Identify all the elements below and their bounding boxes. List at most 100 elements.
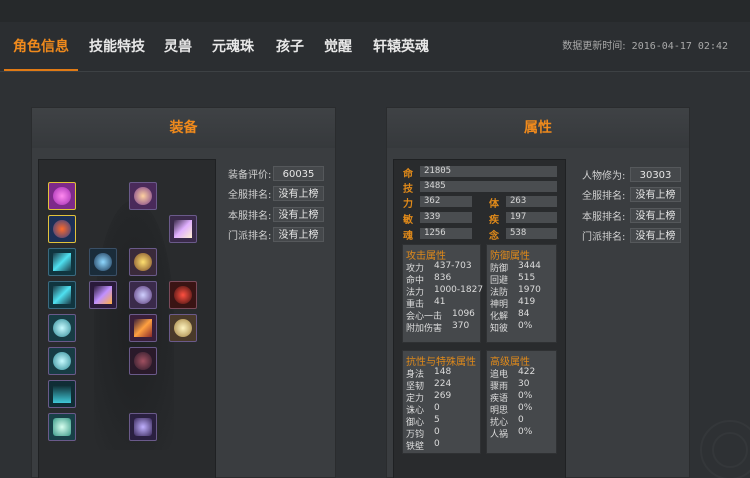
update-label: 数据更新时间: [562, 41, 626, 52]
attr-row: 知彼 0% [490, 321, 533, 334]
ring-icon-2 [53, 352, 71, 370]
medallion-icon [53, 220, 71, 238]
fan-icon [174, 220, 192, 238]
wing-icon [94, 253, 112, 271]
tab-xuanyuan-hero[interactable]: 轩辕英魂 [373, 22, 429, 72]
update-time: 数据更新时间: 2016-04-17 02:42 [562, 22, 728, 72]
strength-label: 力 [403, 199, 413, 210]
attr-row: 人祸 0% [490, 427, 533, 440]
soul-label: 魂 [403, 231, 413, 242]
equipment-slots-area [38, 159, 216, 478]
sword-icon [94, 286, 112, 304]
bracer-icon-2 [53, 286, 71, 304]
soul-value: 1256 [420, 228, 472, 239]
ring-icon [53, 319, 71, 337]
armor-icon [134, 286, 152, 304]
attack-attributes-title: 攻击属性 [406, 251, 446, 262]
equip-slot-4[interactable] [48, 281, 76, 309]
mind-label: 念 [489, 231, 499, 242]
speed-value: 197 [506, 212, 557, 223]
equip-slot-5[interactable] [48, 314, 76, 342]
attr-server-rank-value: 没有上榜 [630, 187, 681, 202]
equip-slot-15[interactable] [129, 347, 157, 375]
equip-slot-17[interactable] [169, 215, 197, 243]
attr-sect-rank-value: 没有上榜 [630, 228, 681, 243]
attributes-title: 属性 [387, 108, 689, 148]
active-tab-underline [4, 69, 78, 71]
equip-slot-1[interactable] [48, 182, 76, 210]
tab-bar: 角色信息 技能特技 灵兽 元魂珠 孩子 觉醒 轩辕英魂 数据更新时间: 2016-… [0, 22, 750, 72]
tab-skills[interactable]: 技能特技 [89, 22, 145, 72]
equip-rating-value: 60035 [273, 166, 324, 181]
equip-slot-10[interactable] [89, 281, 117, 309]
attack-attributes-box: 攻击属性 攻力 437-703 命中 836 法力 1000-1827 重击 41 会心… [402, 244, 483, 343]
equip-server-rank-label: 全服排名: [228, 190, 272, 201]
equip-slot-19[interactable] [169, 314, 197, 342]
equip-slot-14[interactable] [129, 314, 157, 342]
mind-value: 538 [506, 228, 557, 239]
equip-slot-13[interactable] [129, 281, 157, 309]
bracer-icon [53, 253, 71, 271]
helmet-icon [134, 187, 152, 205]
attr-local-rank-value: 没有上榜 [630, 208, 681, 223]
constitution-label: 体 [489, 199, 499, 210]
agility-label: 敏 [403, 215, 413, 226]
equipment-panel: 装备 装备评价: 60035 全服排名: 没有上榜 本服排名: 没有上榜 门派排… [31, 107, 336, 478]
equip-sect-rank-value: 没有上榜 [273, 227, 324, 242]
strength-value: 362 [420, 196, 472, 207]
attr-sect-rank-label: 门派排名: [582, 232, 626, 243]
skill-value: 3485 [420, 181, 557, 192]
cultivation-label: 人物修为: [582, 171, 626, 182]
attr-row: 铁壁 0 [406, 439, 440, 452]
constitution-value: 263 [506, 196, 557, 207]
tab-character-info[interactable]: 角色信息 [13, 22, 69, 72]
resist-attributes-title: 抗性与特殊属性 [406, 357, 476, 368]
equip-slot-18[interactable] [169, 281, 197, 309]
belt-icon [134, 319, 152, 337]
update-timestamp: 2016-04-17 02:42 [631, 41, 728, 52]
amulet-icon [53, 187, 71, 205]
equip-slot-8[interactable] [48, 413, 76, 441]
equip-slot-11[interactable] [129, 182, 157, 210]
defense-attributes-title: 防御属性 [490, 251, 530, 262]
tab-soul-orb[interactable]: 元魂珠 [212, 22, 254, 72]
equipment-title: 装备 [32, 108, 335, 148]
charm-icon [134, 418, 152, 436]
fire-icon [174, 286, 192, 304]
equip-slot-2[interactable] [48, 215, 76, 243]
agility-value: 339 [420, 212, 472, 223]
top-strip [0, 0, 750, 22]
attr-local-rank-label: 本服排名: [582, 212, 626, 223]
equip-sect-rank-label: 门派排名: [228, 231, 272, 242]
equip-slot-12[interactable] [129, 248, 157, 276]
equip-local-rank-value: 没有上榜 [273, 207, 324, 222]
equip-local-rank-label: 本服排名: [228, 211, 272, 222]
attributes-panel: 属性 命 21805 技 3485 力 362 体 263 敏 339 疾 19… [386, 107, 690, 478]
hp-value: 21805 [420, 166, 557, 177]
jade-icon [53, 418, 71, 436]
cultivation-value: 30303 [630, 167, 681, 182]
equip-slot-3[interactable] [48, 248, 76, 276]
equip-slot-6[interactable] [48, 347, 76, 375]
equip-slot-16[interactable] [129, 413, 157, 441]
advanced-attributes-title: 高级属性 [490, 357, 530, 368]
defense-attributes-box: 防御属性 防御 3444 回避 515 法防 1970 神明 419 化解 84 知彼 0% [486, 244, 557, 343]
equip-slot-9[interactable] [89, 248, 117, 276]
advanced-attributes-box: 高级属性 追电 422 骤雨 30 疾语 0% 明思 0% 扰心 0 人祸 0% [486, 350, 557, 454]
tab-children[interactable]: 孩子 [276, 22, 304, 72]
hp-label: 命 [403, 169, 413, 180]
mask-icon [134, 253, 152, 271]
equip-slot-7[interactable] [48, 380, 76, 408]
equip-server-rank-value: 没有上榜 [273, 186, 324, 201]
tab-awakening[interactable]: 觉醒 [324, 22, 352, 72]
resist-attributes-box: 抗性与特殊属性 身法 148 坚韧 224 定力 269 诛心 0 御心 5 万钧 0 铁壁… [402, 350, 481, 454]
necklace-icon [53, 385, 71, 403]
tab-spirit-beast[interactable]: 灵兽 [164, 22, 192, 72]
attr-row: 附加伤害 370 [406, 321, 470, 334]
orb-icon [174, 319, 192, 337]
speed-label: 疾 [489, 215, 499, 226]
attributes-area: 命 21805 技 3485 力 362 体 263 敏 339 疾 197 魂… [393, 159, 566, 478]
equip-rating-label: 装备评价: [228, 170, 272, 181]
attr-server-rank-label: 全服排名: [582, 191, 626, 202]
decorative-swirl-inner [712, 432, 748, 468]
